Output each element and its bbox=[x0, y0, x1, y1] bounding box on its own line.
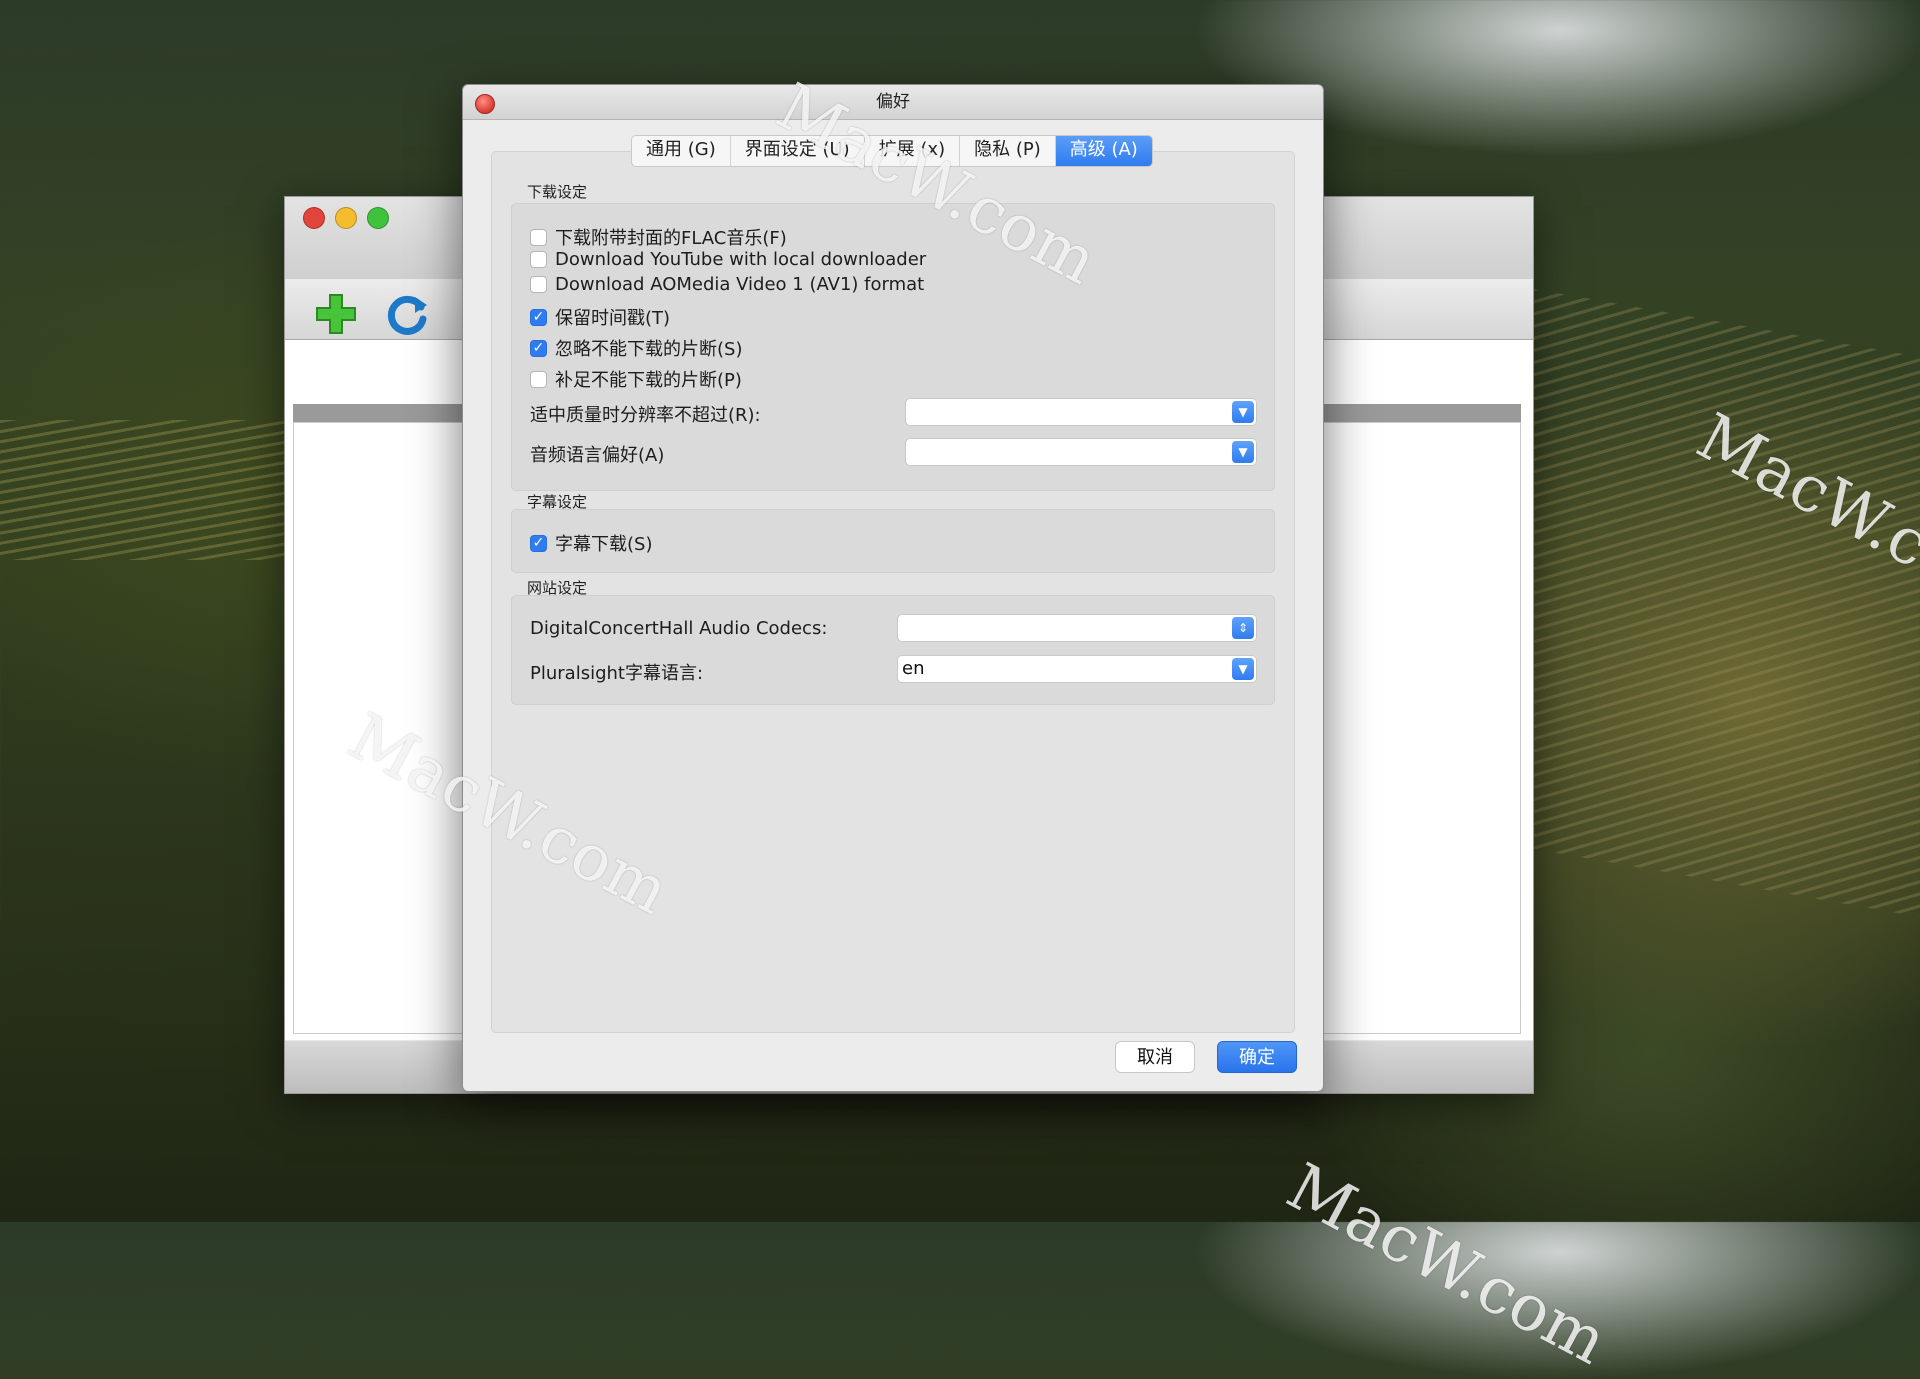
option-fill-fragments[interactable]: 补足不能下载的片断(P) bbox=[530, 366, 742, 392]
pluralsight-language-select[interactable]: en ▼ bbox=[897, 655, 1257, 683]
cancel-button[interactable]: 取消 bbox=[1115, 1041, 1195, 1073]
pluralsight-language-value: en bbox=[902, 658, 925, 679]
chevron-down-icon[interactable]: ▼ bbox=[1232, 658, 1254, 680]
dch-codecs-label: DigitalConcertHall Audio Codecs: bbox=[530, 618, 828, 639]
dialog-title: 偏好 bbox=[463, 85, 1323, 120]
vineyard-texture bbox=[1480, 279, 1920, 921]
checkmark-icon[interactable]: ✓ bbox=[530, 339, 547, 357]
refresh-icon[interactable] bbox=[385, 291, 431, 337]
option-subtitle-download[interactable]: ✓ 字幕下载(S) bbox=[530, 530, 652, 556]
close-button[interactable] bbox=[303, 207, 325, 229]
minimize-button[interactable] bbox=[335, 207, 357, 229]
option-label: Download AOMedia Video 1 (AV1) format bbox=[555, 274, 925, 295]
chevron-down-icon[interactable]: ▼ bbox=[1232, 401, 1254, 423]
add-icon[interactable] bbox=[313, 291, 359, 337]
close-icon[interactable] bbox=[475, 94, 495, 114]
checkbox[interactable] bbox=[530, 276, 547, 293]
option-label: Download YouTube with local downloader bbox=[555, 249, 927, 270]
option-label: 下载附带封面的FLAC音乐(F) bbox=[555, 228, 787, 249]
tab-bar: 通用 (G) 界面设定 (U) 扩展 (x) 隐私 (P) 高级 (A) bbox=[631, 135, 1153, 167]
download-settings-label: 下载设定 bbox=[527, 183, 588, 201]
audio-language-label: 音频语言偏好(A) bbox=[530, 445, 665, 466]
subtitle-settings-group: ✓ 字幕下载(S) bbox=[511, 509, 1275, 573]
tab-privacy[interactable]: 隐私 (P) bbox=[960, 136, 1056, 166]
ok-button[interactable]: 确定 bbox=[1217, 1041, 1297, 1073]
watermark: MacW.com bbox=[1275, 1150, 1619, 1379]
option-keep-timestamp[interactable]: ✓ 保留时间戳(T) bbox=[530, 304, 670, 330]
resolution-label: 适中质量时分辨率不超过(R): bbox=[530, 405, 761, 426]
tab-extensions[interactable]: 扩展 (x) bbox=[865, 136, 961, 166]
dch-codecs-select[interactable]: ⇕ bbox=[897, 614, 1257, 642]
website-settings-group: DigitalConcertHall Audio Codecs: ⇕ Plura… bbox=[511, 595, 1275, 705]
tab-interface[interactable]: 界面设定 (U) bbox=[731, 136, 865, 166]
option-flac-cover[interactable]: 下载附带封面的FLAC音乐(F) bbox=[530, 224, 787, 250]
chevron-down-icon[interactable]: ▼ bbox=[1232, 441, 1254, 463]
option-label: 忽略不能下载的片断(S) bbox=[555, 339, 743, 360]
preferences-dialog: 偏好 通用 (G) 界面设定 (U) 扩展 (x) 隐私 (P) 高级 (A) … bbox=[462, 84, 1324, 1092]
pluralsight-language-label: Pluralsight字幕语言: bbox=[530, 663, 704, 684]
tab-general[interactable]: 通用 (G) bbox=[632, 136, 731, 166]
checkmark-icon[interactable]: ✓ bbox=[530, 534, 547, 552]
checkbox[interactable] bbox=[530, 228, 547, 246]
audio-language-select[interactable]: ▼ bbox=[905, 438, 1257, 466]
option-ignore-fragments[interactable]: ✓ 忽略不能下载的片断(S) bbox=[530, 335, 742, 361]
checkbox[interactable] bbox=[530, 370, 547, 388]
option-label: 字幕下载(S) bbox=[555, 534, 653, 555]
vineyard-texture-left bbox=[0, 420, 300, 560]
download-settings-group: 下载附带封面的FLAC音乐(F) Download YouTube with l… bbox=[511, 203, 1275, 491]
resolution-select[interactable]: ▼ bbox=[905, 398, 1257, 426]
option-av1-format[interactable]: Download AOMedia Video 1 (AV1) format bbox=[530, 274, 924, 295]
stepper-icon[interactable]: ⇕ bbox=[1232, 617, 1254, 639]
zoom-button[interactable] bbox=[367, 207, 389, 229]
checkbox[interactable] bbox=[530, 251, 547, 268]
checkmark-icon[interactable]: ✓ bbox=[530, 308, 547, 326]
option-youtube-local[interactable]: Download YouTube with local downloader bbox=[530, 249, 926, 270]
option-label: 保留时间戳(T) bbox=[555, 308, 671, 329]
option-label: 补足不能下载的片断(P) bbox=[555, 370, 742, 391]
tab-advanced[interactable]: 高级 (A) bbox=[1055, 136, 1152, 166]
